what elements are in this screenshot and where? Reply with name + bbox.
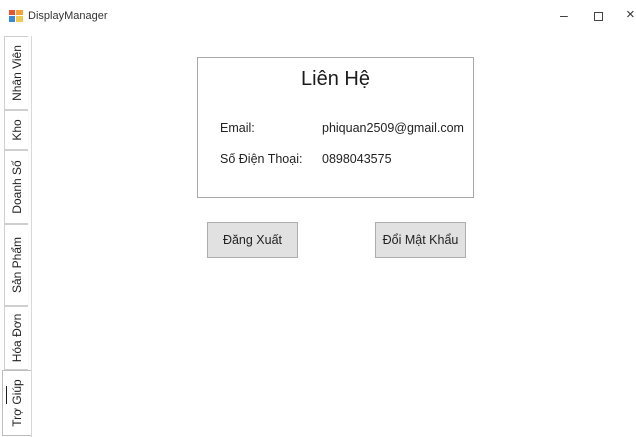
change-password-button[interactable]: Đổi Mật Khẩu	[375, 222, 466, 258]
tab-label: Kho	[9, 119, 24, 141]
maximize-button[interactable]	[594, 12, 603, 21]
tab-san-pham[interactable]: Sản Phẩm	[4, 224, 28, 306]
phone-label: Số Điện Thoại:	[220, 152, 303, 166]
contact-panel: Liên Hệ Email: phiquan2509@gmail.com Số …	[197, 57, 474, 198]
tab-label: Trợ Giúp	[10, 379, 24, 427]
email-label: Email:	[220, 121, 255, 135]
tab-label: Hóa Đơn	[9, 313, 24, 363]
tab-label: Doanh Số	[9, 160, 24, 214]
tab-kho[interactable]: Kho	[4, 110, 28, 150]
tab-label: Sản Phẩm	[9, 236, 24, 294]
phone-value: 0898043575	[322, 152, 392, 166]
tab-nhan-vien[interactable]: Nhân Viên	[4, 36, 28, 110]
contact-title: Liên Hệ	[301, 68, 370, 90]
app-icon	[9, 10, 23, 22]
close-button[interactable]: ×	[626, 7, 635, 22]
active-tab-indicator	[6, 386, 7, 404]
window-title: DisplayManager	[28, 10, 108, 22]
tab-hoa-don[interactable]: Hóa Đơn	[4, 306, 28, 370]
title-bar: DisplayManager – ×	[0, 0, 636, 30]
minimize-button[interactable]: –	[560, 8, 568, 22]
vertical-tab-strip: Nhân Viên Kho Doanh Số Sản Phẩm Hóa Đơn …	[0, 36, 32, 437]
tab-label: Nhân Viên	[9, 45, 24, 101]
logout-button[interactable]: Đăng Xuất	[207, 222, 298, 258]
email-value: phiquan2509@gmail.com	[322, 121, 464, 135]
tab-doanh-so[interactable]: Doanh Số	[4, 150, 28, 224]
